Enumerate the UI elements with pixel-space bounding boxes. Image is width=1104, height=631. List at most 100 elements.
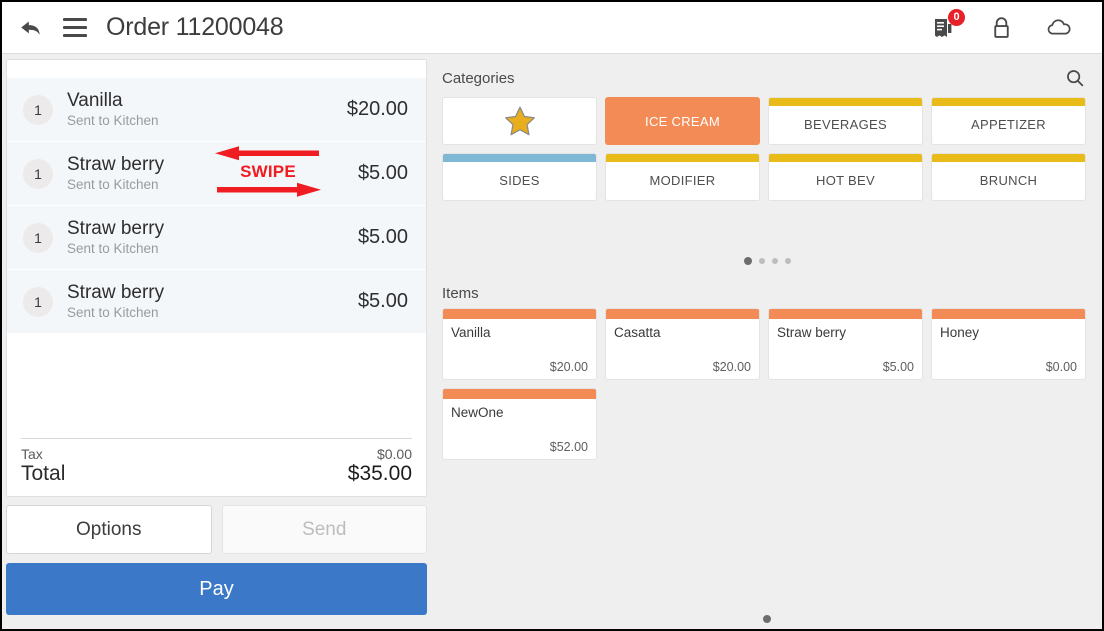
category-label: BRUNCH <box>980 173 1037 188</box>
menu-bar-2 <box>63 26 87 29</box>
tax-label: Tax <box>21 446 43 462</box>
pager-dot-3[interactable] <box>772 258 778 264</box>
category-color-bar <box>606 154 759 162</box>
categories-grid: ICE CREAM BEVERAGES APPETIZER SIDES MODI… <box>432 97 1102 201</box>
table-row[interactable]: 1 Straw berry Sent to Kitchen $5.00 <box>7 270 426 334</box>
category-tile-modifier[interactable]: MODIFIER <box>605 153 760 201</box>
quantity-badge: 1 <box>23 95 53 125</box>
order-row-text: Straw berry Sent to Kitchen <box>67 281 358 322</box>
item-name: NewOne <box>443 399 596 440</box>
item-color-bar <box>606 309 759 319</box>
item-tile-casatta[interactable]: Casatta $20.00 <box>605 308 760 380</box>
category-color-bar <box>443 154 596 162</box>
top-bar-actions: 0 <box>928 13 1074 43</box>
category-label: APPETIZER <box>971 117 1046 132</box>
item-price: $0.00 <box>932 360 1085 379</box>
order-action-buttons: Options Send <box>6 505 427 554</box>
order-item-name: Straw berry <box>67 153 358 176</box>
menu-bar-3 <box>63 34 87 37</box>
order-list-top-strip <box>7 60 426 78</box>
quantity-badge: 1 <box>23 287 53 317</box>
item-price: $5.00 <box>769 360 922 379</box>
items-title: Items <box>442 285 1088 302</box>
item-name: Straw berry <box>769 319 922 360</box>
quantity-badge: 1 <box>23 223 53 253</box>
order-item-name: Vanilla <box>67 89 347 112</box>
order-row-text: Vanilla Sent to Kitchen <box>67 89 347 130</box>
categories-title: Categories <box>442 70 1062 87</box>
category-label: BEVERAGES <box>804 117 887 132</box>
categories-pager[interactable] <box>432 247 1102 275</box>
hamburger-menu-icon[interactable] <box>58 11 92 45</box>
receipt-count-badge: 0 <box>948 9 965 26</box>
item-color-bar <box>769 309 922 319</box>
item-tile-vanilla[interactable]: Vanilla $20.00 <box>442 308 597 380</box>
order-panel: 1 Vanilla Sent to Kitchen $20.00 1 Straw… <box>6 59 427 629</box>
item-name: Casatta <box>606 319 759 360</box>
category-color-bar <box>769 98 922 106</box>
order-item-status: Sent to Kitchen <box>67 112 347 130</box>
item-color-bar <box>443 389 596 399</box>
category-tile-sides[interactable]: SIDES <box>442 153 597 201</box>
order-item-status: Sent to Kitchen <box>67 304 358 322</box>
order-row-text: Straw berry Sent to Kitchen <box>67 217 358 258</box>
table-row[interactable]: 1 Straw berry Sent to Kitchen $5.00 <box>7 206 426 270</box>
order-item-list[interactable]: 1 Vanilla Sent to Kitchen $20.00 1 Straw… <box>7 60 426 438</box>
total-line: Total $35.00 <box>21 462 412 486</box>
order-item-name: Straw berry <box>67 217 358 240</box>
menu-bar-1 <box>63 18 87 21</box>
order-row-text: Straw berry Sent to Kitchen <box>67 153 358 194</box>
order-item-price: $5.00 <box>358 162 408 185</box>
order-item-status: Sent to Kitchen <box>67 176 358 194</box>
item-price: $52.00 <box>443 440 596 459</box>
page-title: Order 11200048 <box>106 13 283 42</box>
pager-dot-2[interactable] <box>759 258 765 264</box>
category-tile-favorites[interactable] <box>442 97 597 145</box>
category-tile-hot-bev[interactable]: HOT BEV <box>768 153 923 201</box>
order-item-name: Straw berry <box>67 281 358 304</box>
pager-dot-4[interactable] <box>785 258 791 264</box>
pager-dot-1[interactable] <box>744 257 752 265</box>
category-tile-ice-cream[interactable]: ICE CREAM <box>605 97 760 145</box>
item-price: $20.00 <box>443 360 596 379</box>
items-pager[interactable] <box>432 615 1102 623</box>
item-tile-straw-berry[interactable]: Straw berry $5.00 <box>768 308 923 380</box>
item-tile-honey[interactable]: Honey $0.00 <box>931 308 1086 380</box>
order-item-price: $5.00 <box>358 290 408 313</box>
order-card: 1 Vanilla Sent to Kitchen $20.00 1 Straw… <box>6 59 427 497</box>
category-color-bar <box>769 154 922 162</box>
pay-button[interactable]: Pay <box>6 563 427 615</box>
order-item-price: $5.00 <box>358 226 408 249</box>
table-row[interactable]: 1 Vanilla Sent to Kitchen $20.00 <box>7 78 426 142</box>
app-top-bar: Order 11200048 0 <box>2 2 1102 54</box>
lock-icon[interactable] <box>986 13 1016 43</box>
categories-header: Categories <box>432 55 1102 97</box>
order-totals: Tax $0.00 Total $35.00 <box>21 438 412 496</box>
options-button[interactable]: Options <box>6 505 212 554</box>
search-icon[interactable] <box>1062 65 1088 91</box>
item-name: Honey <box>932 319 1085 360</box>
category-label: MODIFIER <box>650 173 716 188</box>
send-button[interactable]: Send <box>222 505 428 554</box>
category-tile-brunch[interactable]: BRUNCH <box>931 153 1086 201</box>
category-label: ICE CREAM <box>645 114 720 129</box>
items-grid: Vanilla $20.00 Casatta $20.00 Straw berr… <box>432 308 1102 460</box>
category-label: HOT BEV <box>816 173 875 188</box>
cloud-icon[interactable] <box>1044 13 1074 43</box>
order-item-price: $20.00 <box>347 98 408 121</box>
pager-dot-1[interactable] <box>763 615 771 623</box>
table-row[interactable]: 1 Straw berry Sent to Kitchen $5.00 <box>7 142 426 206</box>
item-color-bar <box>932 309 1085 319</box>
quantity-badge: 1 <box>23 159 53 189</box>
category-tile-appetizer[interactable]: APPETIZER <box>931 97 1086 145</box>
items-header: Items <box>432 275 1102 308</box>
item-tile-newone[interactable]: NewOne $52.00 <box>442 388 597 460</box>
pos-order-screen: Order 11200048 0 <box>0 0 1104 631</box>
category-tile-beverages[interactable]: BEVERAGES <box>768 97 923 145</box>
back-arrow-icon[interactable] <box>14 11 48 45</box>
tax-value: $0.00 <box>377 446 412 462</box>
category-color-bar <box>932 98 1085 106</box>
receipt-icon[interactable]: 0 <box>928 13 958 43</box>
tax-line: Tax $0.00 <box>21 446 412 462</box>
item-color-bar <box>443 309 596 319</box>
